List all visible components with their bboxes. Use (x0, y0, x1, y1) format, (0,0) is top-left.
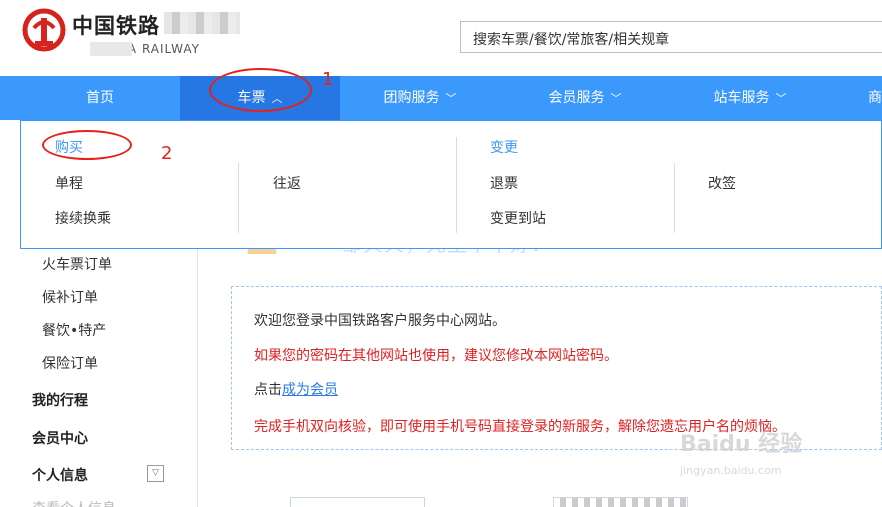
sidebar-item-waitlist-orders[interactable]: 候补订单 (42, 287, 98, 307)
annotation-ellipse (209, 68, 312, 112)
search-input[interactable]: 搜索车票/餐饮/常旅客/相关规章 (460, 21, 882, 53)
sidebar-item-view-personal-info[interactable]: 查看个人信息 (32, 498, 116, 507)
tickets-dropdown-menu: 购买 单程 接续换乘 往返 变更 退票 变更到站 改签 (20, 120, 882, 249)
menu-item-round-trip[interactable]: 往返 (273, 173, 301, 193)
annotation-ellipse (42, 130, 132, 160)
chevron-down-icon: ﹀ (610, 92, 622, 105)
menu-item-one-way[interactable]: 单程 (55, 173, 83, 193)
brand-name-cn[interactable]: 中国铁路 (72, 10, 160, 40)
brand-blur-mask (164, 12, 240, 34)
menu-divider (674, 163, 675, 233)
sidebar: 火车票订单 候补订单 餐饮•特产 保险订单 我的行程 会员中心 个人信息 ▽ 查… (0, 249, 198, 507)
menu-item-refund[interactable]: 退票 (490, 173, 518, 193)
become-member-prefix: 点击 (254, 382, 282, 398)
nav-item-label: 团购服务 (383, 90, 440, 106)
china-railway-logo-icon[interactable] (22, 8, 66, 52)
chevron-down-icon: ﹀ (775, 92, 787, 105)
chevron-down-icon: ﹀ (445, 92, 457, 105)
nav-item-label: 首页 (86, 90, 114, 106)
baidu-watermark-url: jingyan.baidu.com (680, 464, 782, 477)
nav-item-label: 站车服务 (713, 90, 770, 106)
sidebar-item-member-center[interactable]: 会员中心 (32, 428, 88, 448)
sidebar-item-personal-info[interactable]: 个人信息 (32, 465, 88, 485)
nav-item-label: 商 (868, 90, 882, 106)
bottom-card[interactable] (290, 497, 425, 507)
nav-item-business[interactable]: 商 (868, 76, 882, 120)
collapse-toggle-icon[interactable]: ▽ (147, 465, 164, 482)
annotation-number: 2 (161, 143, 173, 164)
become-member-link[interactable]: 成为会员 (282, 382, 338, 398)
page: 中国铁路 CHINA RAILWAY 搜索车票/餐饮/常旅客/相关规章 首页 车… (0, 0, 882, 507)
menu-item-reschedule[interactable]: 改签 (708, 173, 736, 193)
annotation-number: 1 (322, 69, 334, 90)
site-header: 中国铁路 CHINA RAILWAY 搜索车票/餐饮/常旅客/相关规章 (0, 0, 882, 76)
menu-divider (456, 137, 457, 233)
nav-item-group-services[interactable]: 团购服务 ﹀ (340, 76, 500, 120)
bottom-card[interactable] (553, 497, 688, 507)
sidebar-item-insurance-orders[interactable]: 保险订单 (42, 353, 98, 373)
nav-item-member-services[interactable]: 会员服务 ﹀ (505, 76, 665, 120)
nav-item-label: 会员服务 (548, 90, 605, 106)
nav-item-station-services[interactable]: 站车服务 ﹀ (670, 76, 830, 120)
sidebar-item-my-trips[interactable]: 我的行程 (32, 390, 88, 410)
welcome-line: 欢迎您登录中国铁路客户服务中心网站。 (254, 313, 506, 329)
sidebar-item-train-orders[interactable]: 火车票订单 (42, 254, 112, 274)
menu-item-transfer[interactable]: 接续换乘 (55, 208, 111, 228)
menu-item-change-station[interactable]: 变更到站 (490, 208, 546, 228)
nav-item-home[interactable]: 首页 (20, 76, 180, 120)
password-warning: 如果您的密码在其他网站也使用，建议您修改本网站密码。 (254, 348, 618, 364)
baidu-watermark: Baidu 经验 (680, 432, 803, 457)
menu-divider (238, 163, 239, 233)
brand-en-blur-mask (90, 42, 132, 56)
become-member-line: 点击成为会员 (254, 379, 338, 399)
menu-item-change[interactable]: 变更 (490, 137, 518, 157)
main-nav: 首页 车票 ︿ 团购服务 ﹀ 会员服务 ﹀ 站车服务 ﹀ 商 (0, 76, 882, 120)
sidebar-item-catering[interactable]: 餐饮•特产 (42, 320, 106, 340)
